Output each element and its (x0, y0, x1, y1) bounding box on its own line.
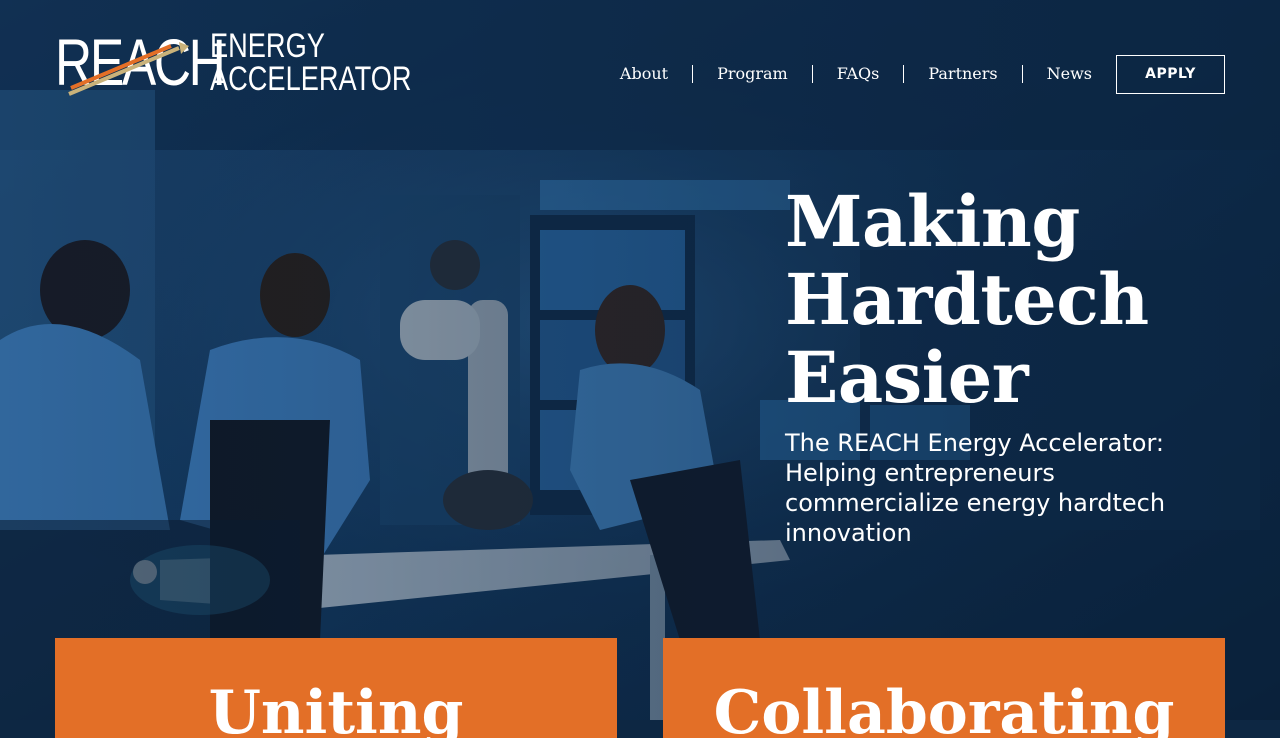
nav-item-partners[interactable]: Partners (903, 65, 1021, 83)
hero-title-line2: Hardtech (785, 258, 1149, 341)
nav-item-faqs[interactable]: FAQs (811, 65, 904, 83)
logo-arrow-icon (68, 42, 189, 96)
feature-card-uniting[interactable]: Uniting (55, 638, 617, 738)
hero-subtitle: The REACH Energy Accelerator: Helping en… (785, 429, 1166, 547)
feature-card-collaborating[interactable]: Collaborating (663, 638, 1225, 738)
hero-title-line1: Making (785, 180, 1080, 263)
nav-item-about[interactable]: About (596, 65, 692, 83)
logo-subtitle-line2: ACCELERATOR (210, 60, 412, 98)
logo-subtitle-line1: ENERGY (210, 27, 325, 65)
apply-button[interactable]: APPLY (1116, 54, 1225, 94)
nav-item-program[interactable]: Program (692, 65, 812, 83)
hero-title-line3: Easier (785, 336, 1029, 419)
main-navigation: About Program FAQs Partners News APPLY (596, 54, 1225, 94)
hero-title: Making Hardtech Easier (785, 183, 1225, 417)
feature-card-title: Uniting (208, 678, 464, 738)
logo-subtitle: ENERGY ACCELERATOR (210, 27, 412, 98)
site-logo[interactable]: REACH ENERGY ACCELERATOR (55, 28, 412, 98)
nav-item-news[interactable]: News (1021, 65, 1116, 83)
feature-card-title: Collaborating (713, 678, 1175, 738)
